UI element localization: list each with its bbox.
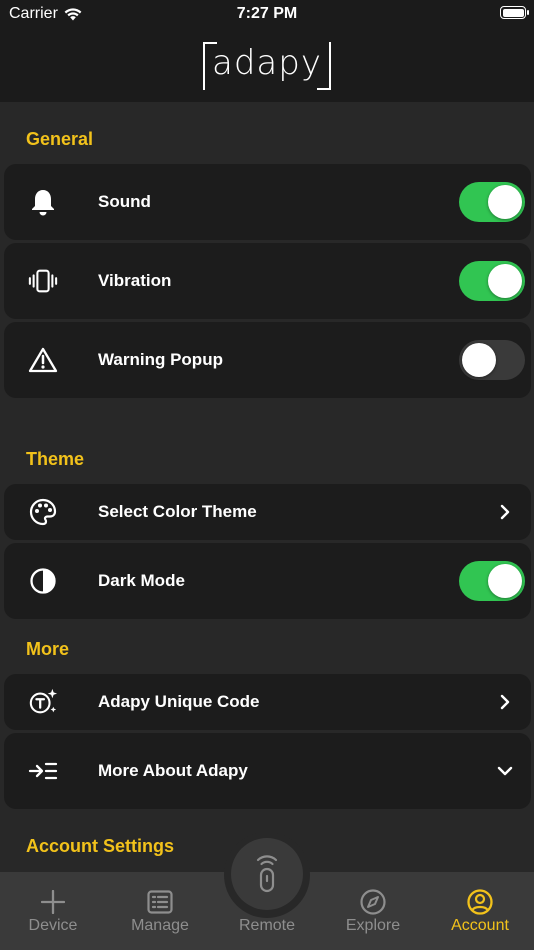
toggle-knob	[462, 343, 496, 377]
list-icon	[146, 888, 174, 916]
settings-row-dark-mode: Dark Mode	[4, 543, 531, 619]
warning-icon	[28, 345, 58, 375]
tab-manage-label: Manage	[131, 917, 189, 934]
tab-account-label: Account	[451, 917, 509, 934]
remote-icon	[252, 851, 282, 898]
tab-remote-label: Remote	[238, 917, 296, 934]
chevron-right-icon	[497, 504, 513, 520]
battery-icon	[500, 6, 529, 19]
toggle-knob	[488, 264, 522, 298]
status-time: 7:27 PM	[236, 5, 298, 22]
sound-label: Sound	[98, 192, 151, 211]
adapy-logo: adapy	[203, 42, 331, 90]
warning-popup-label: Warning Popup	[98, 350, 223, 369]
tab-manage[interactable]: Manage	[115, 872, 205, 950]
settings-content: General Sound Vibration Warning Popup Th…	[0, 102, 534, 872]
section-title-theme: Theme	[26, 449, 85, 469]
settings-row-warning-popup: Warning Popup	[4, 322, 531, 398]
tab-device-label: Device	[28, 917, 78, 934]
sound-toggle[interactable]	[459, 182, 525, 222]
toggle-knob	[488, 564, 522, 598]
tab-explore[interactable]: Explore	[328, 872, 418, 950]
status-bar: Carrier 7:27 PM	[0, 0, 534, 28]
tab-account[interactable]: Account	[435, 872, 525, 950]
adapy-unique-code-label: Adapy Unique Code	[98, 692, 260, 711]
tab-device[interactable]: Device	[8, 872, 98, 950]
sparkle-code-icon	[28, 687, 58, 717]
dark-mode-label: Dark Mode	[98, 571, 185, 590]
palette-icon	[28, 497, 58, 527]
chevron-right-icon	[497, 694, 513, 710]
section-title-general: General	[26, 129, 94, 149]
select-color-theme-label: Select Color Theme	[98, 502, 257, 521]
vibration-label: Vibration	[98, 271, 172, 290]
section-title-more: More	[26, 639, 70, 659]
settings-row-adapy-unique-code[interactable]: Adapy Unique Code	[4, 674, 531, 730]
dark-mode-toggle[interactable]	[459, 561, 525, 601]
vibration-toggle[interactable]	[459, 261, 525, 301]
chevron-down-icon	[497, 763, 513, 779]
more-about-adapy-label: More About Adapy	[98, 761, 248, 780]
plus-icon	[39, 888, 67, 916]
settings-row-select-color-theme[interactable]: Select Color Theme	[4, 484, 531, 540]
settings-row-more-about-adapy[interactable]: More About Adapy	[4, 733, 531, 809]
section-title-account-settings: Account Settings	[26, 836, 175, 856]
user-circle-icon	[466, 888, 494, 916]
app-header: adapy	[0, 28, 534, 102]
warning-popup-toggle[interactable]	[459, 340, 525, 380]
tab-explore-label: Explore	[345, 917, 401, 934]
vibration-icon	[28, 266, 58, 296]
bell-icon	[28, 187, 58, 217]
settings-row-vibration: Vibration	[4, 243, 531, 319]
settings-row-sound: Sound	[4, 164, 531, 240]
indent-list-icon	[28, 756, 58, 786]
logo-text: adapy	[212, 43, 322, 83]
compass-icon	[359, 888, 387, 916]
remote-button[interactable]	[231, 838, 303, 910]
contrast-icon	[28, 566, 58, 596]
toggle-knob	[488, 185, 522, 219]
